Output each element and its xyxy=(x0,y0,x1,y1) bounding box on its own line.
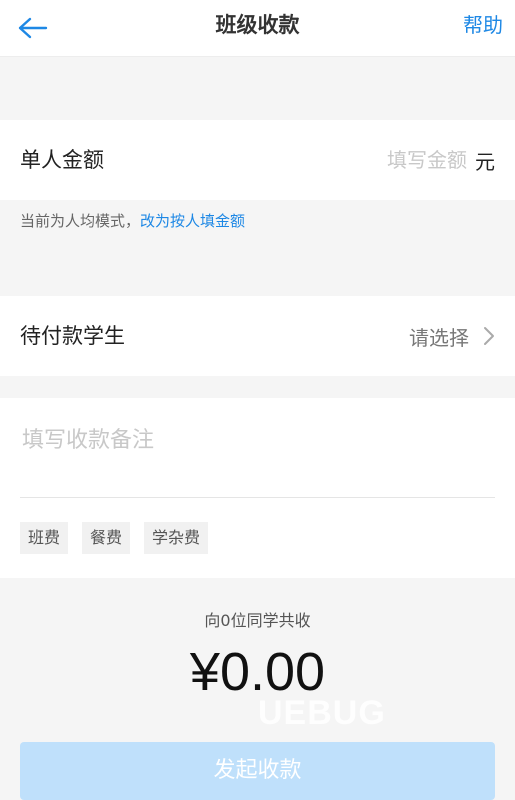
note-divider xyxy=(20,497,495,498)
students-label: 待付款学生 xyxy=(20,324,125,348)
tag-meal-fee[interactable]: 餐费 xyxy=(82,522,131,554)
amount-input-wrap: 元 xyxy=(357,120,495,200)
total-amount: ¥0.00 xyxy=(189,642,326,702)
chevron-right-icon xyxy=(484,327,494,345)
switch-mode-link[interactable]: 改为按人填金额 xyxy=(140,212,245,230)
note-input[interactable] xyxy=(22,428,492,453)
tag-class-fee[interactable]: 班费 xyxy=(20,522,69,554)
students-selector[interactable]: 待付款学生 请选择 xyxy=(0,296,515,376)
amount-input[interactable] xyxy=(357,148,467,172)
start-collection-button[interactable]: 发起收款 xyxy=(20,742,495,800)
note-tags: 班费 餐费 学杂费 xyxy=(20,522,209,554)
nav-bar: 班级收款 帮助 xyxy=(0,0,515,57)
note-block: 班费 餐费 学杂费 xyxy=(0,398,515,578)
help-link[interactable]: 帮助 xyxy=(463,0,503,50)
mode-hint: 当前为人均模式，改为按人填金额 xyxy=(20,210,245,231)
amount-label: 单人金额 xyxy=(20,148,104,172)
page-title: 班级收款 xyxy=(215,13,300,37)
amount-row: 单人金额 元 xyxy=(0,120,515,200)
currency-unit: 元 xyxy=(475,149,495,174)
students-select-text: 请选择 xyxy=(409,325,469,350)
collect-summary: 向0位同学共收 xyxy=(204,611,311,630)
mode-text: 当前为人均模式， xyxy=(20,212,141,230)
students-select-wrap: 请选择 xyxy=(409,296,495,376)
tag-misc-fee[interactable]: 学杂费 xyxy=(144,522,209,554)
